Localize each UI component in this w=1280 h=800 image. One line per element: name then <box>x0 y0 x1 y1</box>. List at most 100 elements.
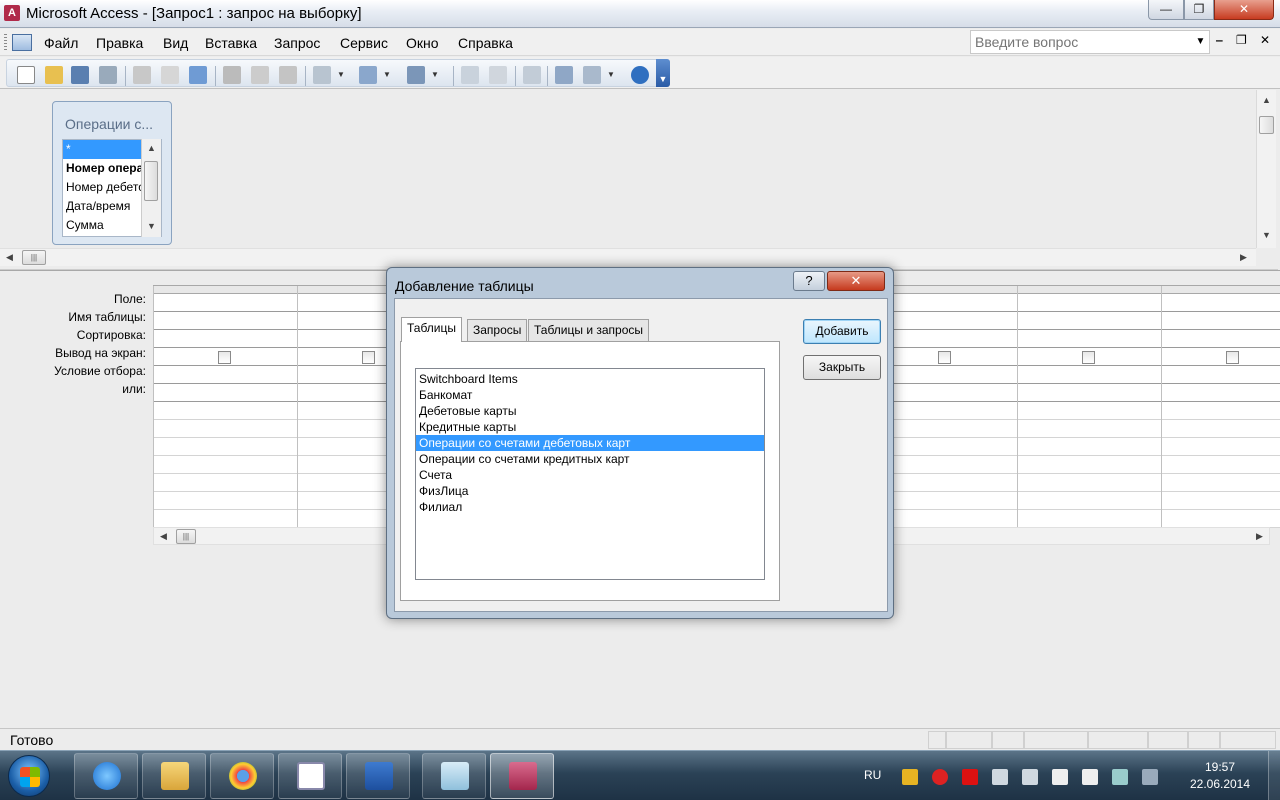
grid-cell[interactable] <box>874 402 1017 420</box>
grid-cell[interactable] <box>154 366 297 384</box>
query-type-icon[interactable] <box>359 66 377 84</box>
grid-cell[interactable] <box>874 384 1017 402</box>
minimize-button[interactable]: — <box>1148 0 1184 20</box>
help-icon[interactable] <box>631 66 649 84</box>
network-icon[interactable] <box>1142 769 1158 785</box>
table-list[interactable]: Switchboard Items Банкомат Дебетовые кар… <box>415 368 765 580</box>
tray-n-icon[interactable] <box>962 769 978 785</box>
grid-column[interactable] <box>1017 286 1161 528</box>
tab-tables-and-queries[interactable]: Таблицы и запросы <box>528 319 650 341</box>
paste-icon[interactable] <box>279 66 297 84</box>
totals-icon[interactable] <box>489 66 507 84</box>
grid-cell[interactable] <box>1162 330 1280 348</box>
close-dialog-button[interactable]: Закрыть <box>803 355 881 380</box>
mdi-restore-button[interactable]: ❐ <box>1236 33 1247 47</box>
grid-cell[interactable] <box>154 474 297 492</box>
menu-query[interactable]: Запрос <box>274 35 320 51</box>
new-object-icon[interactable] <box>583 66 601 84</box>
scroll-thumb[interactable]: ||| <box>176 529 196 544</box>
network-signal-icon[interactable] <box>1022 769 1038 785</box>
list-item[interactable]: Switchboard Items <box>416 371 764 387</box>
menu-tools[interactable]: Сервис <box>340 35 388 51</box>
grid-cell[interactable] <box>1018 456 1161 474</box>
grid-cell[interactable] <box>154 312 297 330</box>
access-app-icon[interactable]: A <box>4 5 20 21</box>
tab-queries[interactable]: Запросы <box>467 319 528 341</box>
tray-app-icon[interactable] <box>902 769 918 785</box>
grid-cell[interactable] <box>1162 474 1280 492</box>
add-button[interactable]: Добавить <box>803 319 881 344</box>
taskbar-access[interactable] <box>490 753 554 799</box>
show-checkbox[interactable] <box>362 351 375 364</box>
grid-cell[interactable] <box>1018 420 1161 438</box>
list-item[interactable]: Филиал <box>416 499 764 515</box>
dialog-close-button[interactable]: ✕ <box>827 271 885 291</box>
cut-icon[interactable] <box>223 66 241 84</box>
scroll-down-icon[interactable]: ▼ <box>1262 230 1271 240</box>
undo-icon[interactable] <box>313 66 331 84</box>
grid-cell[interactable] <box>874 492 1017 510</box>
scroll-down-icon[interactable]: ▼ <box>147 221 156 231</box>
grid-cell[interactable] <box>1162 510 1280 528</box>
scroll-right-icon[interactable]: ▶ <box>1256 531 1263 542</box>
save-icon[interactable] <box>71 66 89 84</box>
grid-column[interactable] <box>153 286 297 528</box>
grid-column[interactable] <box>1161 286 1280 528</box>
grid-cell[interactable] <box>874 330 1017 348</box>
grid-cell[interactable] <box>1018 474 1161 492</box>
grid-cell[interactable] <box>154 510 297 528</box>
grid-cell[interactable] <box>874 456 1017 474</box>
menu-file[interactable]: Файл <box>44 35 78 51</box>
search-icon[interactable] <box>99 66 117 84</box>
print-icon[interactable] <box>133 66 151 84</box>
scroll-thumb[interactable] <box>1259 116 1274 134</box>
scroll-up-icon[interactable]: ▲ <box>147 143 156 153</box>
grid-cell[interactable] <box>154 348 297 366</box>
list-item[interactable]: ФизЛица <box>416 483 764 499</box>
tray-antivirus-icon[interactable] <box>932 769 948 785</box>
grid-cell[interactable] <box>1018 366 1161 384</box>
list-item[interactable]: Банкомат <box>416 387 764 403</box>
maximize-button[interactable]: ❐ <box>1184 0 1214 20</box>
menu-help[interactable]: Справка <box>458 35 513 51</box>
column-selector[interactable] <box>874 286 1017 294</box>
taskbar-ie[interactable] <box>74 753 138 799</box>
taskbar-notepad[interactable] <box>422 753 486 799</box>
grid-cell[interactable] <box>154 492 297 510</box>
grid-cell[interactable] <box>154 420 297 438</box>
language-indicator[interactable]: RU <box>864 768 881 782</box>
clock[interactable]: 19:57 22.06.2014 <box>1180 759 1260 793</box>
show-checkbox[interactable] <box>938 351 951 364</box>
scroll-left-icon[interactable]: ◀ <box>6 252 13 263</box>
grid-cell[interactable] <box>874 294 1017 312</box>
show-checkbox[interactable] <box>218 351 231 364</box>
start-button[interactable] <box>8 755 50 797</box>
menu-grip[interactable] <box>4 34 7 50</box>
new-icon[interactable] <box>17 66 35 84</box>
taskbar-chrome[interactable] <box>210 753 274 799</box>
toolbar-options-icon[interactable]: ▼ <box>656 59 670 87</box>
grid-cell[interactable] <box>1018 438 1161 456</box>
grid-column[interactable] <box>873 286 1017 528</box>
column-selector[interactable] <box>1162 286 1280 294</box>
grid-cell[interactable] <box>1018 402 1161 420</box>
grid-cell[interactable] <box>874 510 1017 528</box>
column-selector[interactable] <box>154 286 297 294</box>
grid-cell[interactable] <box>1018 492 1161 510</box>
table-pane-hscroll[interactable]: ◀ ||| ▶ <box>0 248 1256 266</box>
list-item[interactable]: Кредитные карты <box>416 419 764 435</box>
action-center-icon[interactable] <box>1082 769 1098 785</box>
new-object-dropdown-icon[interactable]: ▼ <box>607 70 615 79</box>
scroll-left-icon[interactable]: ◀ <box>160 531 167 542</box>
grid-cell[interactable] <box>874 420 1017 438</box>
tab-tables[interactable]: Таблицы <box>401 317 463 342</box>
grid-cell[interactable] <box>1018 348 1161 366</box>
grid-cell[interactable] <box>874 438 1017 456</box>
view-dropdown-icon[interactable]: ▼ <box>431 70 439 79</box>
menu-window[interactable]: Окно <box>406 35 439 51</box>
grid-cell[interactable] <box>874 474 1017 492</box>
grid-cell[interactable] <box>1162 366 1280 384</box>
properties-icon[interactable] <box>523 66 541 84</box>
mdi-close-button[interactable]: ✕ <box>1260 33 1270 47</box>
grid-cell[interactable] <box>154 456 297 474</box>
